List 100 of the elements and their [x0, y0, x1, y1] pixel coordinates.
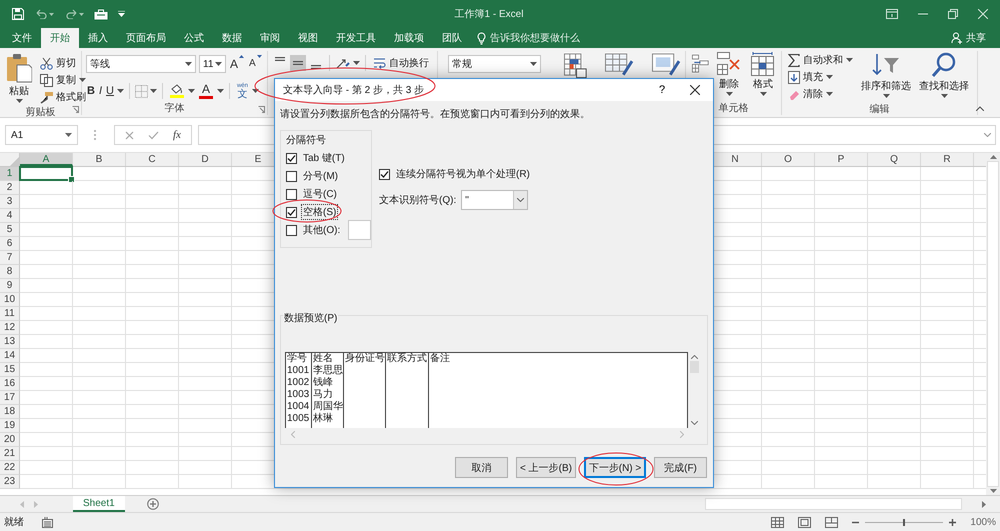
ribbon-tab[interactable]: 插入: [79, 28, 117, 48]
redo-icon[interactable]: [64, 9, 84, 19]
checkbox-label[interactable]: 空格(S): [301, 204, 338, 220]
row-header[interactable]: 6: [0, 237, 20, 251]
ribbon-tab[interactable]: 开发工具: [327, 28, 385, 48]
row-header[interactable]: 13: [0, 335, 20, 349]
checkbox-label[interactable]: 分号(M): [301, 168, 340, 184]
column-header[interactable]: D: [179, 153, 232, 166]
orientation-icon[interactable]: [335, 56, 351, 70]
ribbon-display-icon[interactable]: [886, 9, 898, 19]
column-header[interactable]: Q: [868, 153, 921, 166]
checkbox[interactable]: [286, 206, 297, 218]
checkbox-label[interactable]: 其他(O):: [301, 222, 342, 238]
restore-icon[interactable]: [948, 9, 958, 19]
page-break-icon[interactable]: [825, 516, 838, 528]
fill-color-button[interactable]: [168, 84, 186, 98]
check-icon[interactable]: [148, 130, 159, 140]
undo-icon[interactable]: [34, 9, 54, 19]
other-delimiter-field[interactable]: [348, 220, 371, 240]
tell-me-field[interactable]: 告诉我你想要做什么: [490, 31, 580, 45]
ribbon-tab[interactable]: 视图: [289, 28, 327, 48]
row-header[interactable]: 5: [0, 223, 20, 237]
italic-button[interactable]: I: [98, 82, 104, 100]
checkbox-label[interactable]: 连续分隔符号视为单个处理(R): [394, 166, 532, 182]
row-header[interactable]: 11: [0, 307, 20, 321]
checkbox[interactable]: [286, 170, 297, 182]
zoom-level[interactable]: 100%: [970, 516, 996, 528]
scroll-down-icon[interactable]: [990, 489, 996, 493]
checkbox-label[interactable]: 逗号(C): [301, 186, 339, 202]
dialog-launcher-icon[interactable]: [258, 106, 265, 113]
dialog-launcher-icon[interactable]: [72, 106, 79, 113]
row-header[interactable]: 12: [0, 321, 20, 335]
row-header[interactable]: 22: [0, 461, 20, 475]
row-header[interactable]: 7: [0, 251, 20, 265]
page-layout-icon[interactable]: [798, 516, 812, 528]
ribbon-tab[interactable]: 文件: [3, 28, 41, 48]
scroll-thumb[interactable]: [690, 361, 698, 373]
selected-cell[interactable]: [19, 166, 73, 181]
checkbox[interactable]: [379, 168, 390, 180]
autosum-button[interactable]: 自动求和: [786, 52, 855, 68]
zoom-out-icon[interactable]: [852, 520, 860, 524]
underline-button[interactable]: U: [105, 82, 115, 100]
font-name-field[interactable]: 等线: [86, 55, 196, 73]
font-color-button[interactable]: A: [196, 83, 215, 99]
ribbon-tab[interactable]: 公式: [175, 28, 213, 48]
column-header[interactable]: P: [815, 153, 868, 166]
share-button[interactable]: 共享: [966, 31, 986, 45]
ribbon-tab[interactable]: 加载项: [385, 28, 433, 48]
dialog-button[interactable]: < 上一步(B): [516, 457, 576, 478]
row-header[interactable]: 9: [0, 279, 20, 293]
dialog-button[interactable]: 取消: [455, 457, 508, 478]
bold-button[interactable]: B: [86, 82, 96, 100]
row-header[interactable]: 15: [0, 363, 20, 377]
close-icon[interactable]: [690, 85, 700, 95]
delete-cells-button[interactable]: 删除: [715, 52, 743, 101]
column-header[interactable]: C: [126, 153, 179, 166]
checkbox[interactable]: [286, 188, 297, 200]
save-icon[interactable]: [12, 8, 24, 20]
zoom-in-icon[interactable]: [949, 518, 956, 526]
row-header[interactable]: 17: [0, 391, 20, 405]
row-header[interactable]: 20: [0, 433, 20, 447]
row-header[interactable]: 21: [0, 447, 20, 461]
row-header[interactable]: 18: [0, 405, 20, 419]
row-header[interactable]: 2: [0, 181, 20, 195]
row-header[interactable]: 23: [0, 475, 20, 489]
ribbon-tab[interactable]: 开始: [41, 28, 79, 48]
wrap-text-button[interactable]: 自动换行: [371, 55, 431, 71]
normal-view-icon[interactable]: [771, 516, 784, 528]
macro-record-icon[interactable]: [42, 516, 53, 528]
name-box[interactable]: A1: [5, 125, 78, 145]
customize-icon[interactable]: [118, 11, 125, 17]
checkbox-label[interactable]: Tab 键(T): [301, 150, 347, 166]
ribbon-tab[interactable]: 审阅: [251, 28, 289, 48]
increase-font-button[interactable]: A: [229, 55, 246, 73]
help-button[interactable]: ?: [647, 83, 677, 97]
text-qualifier-dropdown[interactable]: ": [461, 190, 528, 210]
format-painter-button[interactable]: 格式刷: [38, 89, 88, 105]
conditional-formatting-icon[interactable]: [564, 53, 588, 79]
cut-button[interactable]: 剪切: [38, 55, 88, 71]
scroll-up-icon[interactable]: [990, 155, 996, 159]
column-header[interactable]: B: [73, 153, 126, 166]
scroll-right-icon[interactable]: [982, 500, 986, 508]
scroll-down-icon[interactable]: [690, 421, 698, 425]
slider-thumb[interactable]: [903, 518, 906, 526]
copy-button[interactable]: 复制: [38, 72, 88, 88]
row-header[interactable]: 16: [0, 377, 20, 391]
zoom-slider[interactable]: [865, 518, 944, 526]
column-header[interactable]: A: [20, 153, 73, 166]
borders-icon[interactable]: [134, 84, 148, 98]
ribbon-tab[interactable]: 团队: [433, 28, 471, 48]
vertical-scrollbar[interactable]: [987, 161, 999, 487]
decrease-font-button[interactable]: A: [248, 55, 263, 73]
collapse-ribbon-icon[interactable]: [976, 106, 984, 111]
row-header[interactable]: 14: [0, 349, 20, 363]
row-header[interactable]: 3: [0, 195, 20, 209]
number-format-field[interactable]: 常规: [448, 55, 541, 73]
row-header[interactable]: 10: [0, 293, 20, 307]
format-cells-button[interactable]: 格式: [749, 52, 777, 101]
column-header[interactable]: R: [921, 153, 974, 166]
horizontal-scrollbar[interactable]: [705, 498, 962, 510]
